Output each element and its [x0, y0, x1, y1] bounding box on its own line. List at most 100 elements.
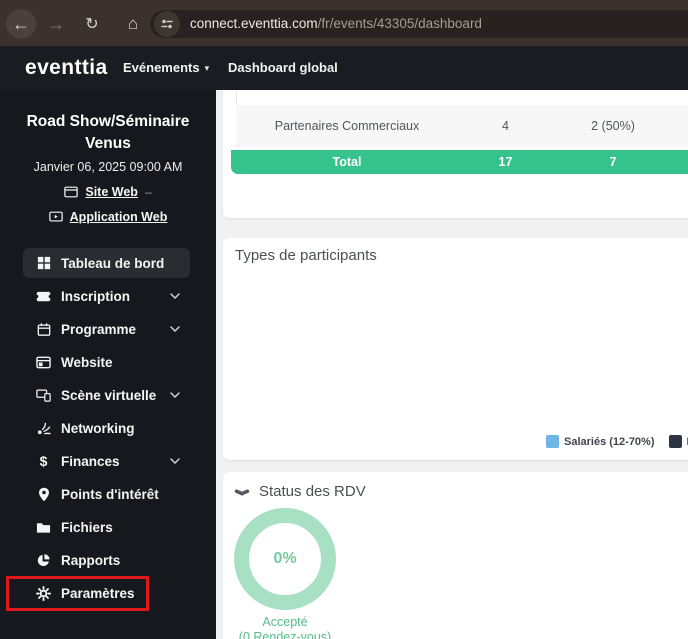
handshake-icon — [234, 488, 250, 495]
back-icon: ← — [12, 13, 30, 34]
sidebar-item-label: Programme — [61, 321, 137, 337]
eventtia-logo[interactable]: eventtia — [25, 46, 108, 90]
legend-swatch-blue — [546, 435, 559, 448]
pie-chart-icon — [36, 553, 51, 568]
checked-in-cell: 2 (50%) — [591, 119, 635, 133]
chevron-down-icon — [170, 293, 180, 299]
site-web-dash: – — [144, 185, 152, 199]
events-menu-label: Evénements — [123, 60, 200, 75]
sidebar-item-finances[interactable]: $ Finances — [23, 446, 190, 476]
map-pin-icon — [36, 487, 51, 502]
forward-icon: → — [47, 13, 65, 34]
sidebar-item-label: Inscription — [61, 288, 131, 304]
sidebar-item-points-d-interet[interactable]: Points d'intérêt — [23, 479, 190, 509]
total-count-cell: 17 — [498, 155, 513, 169]
table-row: Partenaires Commerciaux 4 2 (50%) — [236, 105, 688, 147]
dollar-icon: $ — [39, 453, 48, 469]
application-web-row: Application Web — [0, 210, 216, 224]
sidebar-item-tableau-de-bord[interactable]: Tableau de bord — [23, 248, 190, 278]
tune-icon — [161, 19, 173, 29]
sidebar-item-label: Tableau de bord — [61, 255, 165, 271]
event-name-line2: Venus — [85, 135, 131, 152]
sidebar-item-scene-virtuelle[interactable]: Scène virtuelle — [23, 380, 190, 410]
legend-swatch-dark — [668, 435, 682, 448]
sidebar-item-label: Fichiers — [61, 519, 113, 535]
sidebar-item-networking[interactable]: Networking — [23, 413, 190, 443]
participants-table-card: Partenaires Commerciaux 4 2 (50%) Total … — [223, 90, 688, 218]
gear-icon — [36, 585, 51, 601]
chevron-down-icon — [170, 326, 180, 332]
donut-percent: 0% — [273, 550, 297, 567]
legend-label: Salariés (12-70%) — [564, 435, 655, 448]
site-web-row: Site Web – — [0, 185, 216, 199]
card-title: Status des RDV — [259, 483, 366, 500]
sidebar-item-programme[interactable]: Programme — [23, 314, 190, 344]
browser-icon — [64, 186, 79, 198]
site-settings-button[interactable] — [154, 11, 180, 37]
reload-button[interactable]: ↻ — [77, 9, 107, 39]
screen: ← → ↻ ⌂ connect.eventtia.com/fr/events/4… — [0, 0, 688, 639]
url-text[interactable]: connect.eventtia.com/fr/events/43305/das… — [190, 10, 482, 38]
browser-chrome: ← → ↻ ⌂ connect.eventtia.com/fr/events/4… — [0, 0, 688, 46]
donut-status-label: Accepté — [262, 615, 308, 629]
url-path: /fr/events/43305/dashboard — [317, 16, 482, 31]
sidebar-item-fichiers[interactable]: Fichiers — [23, 512, 190, 542]
web-app-icon — [48, 211, 63, 222]
url-host: connect.eventtia.com — [190, 16, 318, 31]
donut-chart: 0% — [234, 508, 336, 610]
sidebar: Road Show/Séminaire Venus Janvier 06, 20… — [0, 90, 216, 639]
dashboard-global-label: Dashboard global — [228, 60, 338, 75]
chevron-down-icon — [170, 392, 180, 398]
folder-icon — [36, 520, 51, 535]
event-date: Janvier 06, 2025 09:00 AM — [33, 160, 183, 174]
participant-type-cell: Partenaires Commerciaux — [274, 119, 420, 133]
back-button[interactable]: ← — [6, 9, 36, 39]
table-total-row: Total 17 7 — [231, 150, 688, 174]
sidebar-item-label: Finances — [61, 453, 120, 469]
dashboard-global-menu[interactable]: Dashboard global — [228, 46, 338, 90]
rdv-donut-group: 0% Accepté (0 Rendez-vous) — [223, 508, 347, 639]
chart-legend: Salariés (12-70%) Part — [546, 435, 688, 448]
devices-icon — [36, 388, 51, 403]
sidebar-item-label: Points d'intérêt — [61, 486, 159, 502]
total-checked-in-cell: 7 — [609, 155, 617, 169]
card-title: Types de participants — [235, 247, 377, 264]
main-content: Partenaires Commerciaux 4 2 (50%) Total … — [216, 90, 688, 639]
legend-item[interactable]: Part — [668, 435, 688, 448]
application-web-link[interactable]: Application Web — [70, 210, 168, 224]
reload-icon: ↻ — [85, 16, 99, 33]
rdv-status-card: Status des RDV 0% Accepté (0 Rendez-vous… — [223, 472, 688, 639]
home-icon: ⌂ — [127, 14, 139, 33]
card-header: Status des RDV — [233, 483, 366, 500]
url-bar[interactable]: connect.eventtia.com/fr/events/43305/das… — [150, 10, 688, 38]
donut-status-sub: (0 Rendez-vous) — [238, 630, 332, 639]
sidebar-item-inscription[interactable]: Inscription — [23, 281, 190, 311]
app-navbar: eventtia Evénements ▾ Dashboard global — [0, 46, 688, 90]
count-cell: 4 — [502, 119, 509, 133]
sidebar-item-label: Networking — [61, 420, 135, 436]
sidebar-item-rapports[interactable]: Rapports — [23, 545, 190, 575]
ticket-icon — [36, 289, 51, 304]
chevron-down-icon — [170, 458, 180, 464]
sidebar-item-label: Rapports — [61, 552, 121, 568]
event-name: Road Show/Séminaire Venus — [0, 111, 216, 155]
legend-item[interactable]: Salariés (12-70%) — [546, 435, 655, 448]
participant-types-card: Types de participants Salariés (12-70%) … — [223, 238, 688, 460]
sidebar-menu: Tableau de bord Inscription Programme We… — [0, 248, 216, 611]
events-menu[interactable]: Evénements ▾ — [123, 46, 209, 90]
sidebar-item-website[interactable]: Website — [23, 347, 190, 377]
browser-icon — [36, 355, 51, 370]
network-icon — [36, 421, 51, 436]
total-label-cell: Total — [332, 155, 362, 169]
sidebar-item-label: Paramètres — [61, 585, 135, 601]
caret-down-icon: ▾ — [204, 63, 210, 73]
sidebar-item-parametres[interactable]: Paramètres — [23, 578, 190, 608]
event-name-line1: Road Show/Séminaire — [26, 113, 190, 130]
sidebar-item-label: Website — [61, 354, 113, 370]
home-button[interactable]: ⌂ — [118, 9, 148, 39]
site-web-link[interactable]: Site Web — [85, 185, 138, 199]
calendar-icon — [36, 322, 51, 337]
forward-button[interactable]: → — [41, 9, 71, 39]
dashboard-icon — [36, 256, 51, 271]
sidebar-item-label: Scène virtuelle — [61, 387, 157, 403]
